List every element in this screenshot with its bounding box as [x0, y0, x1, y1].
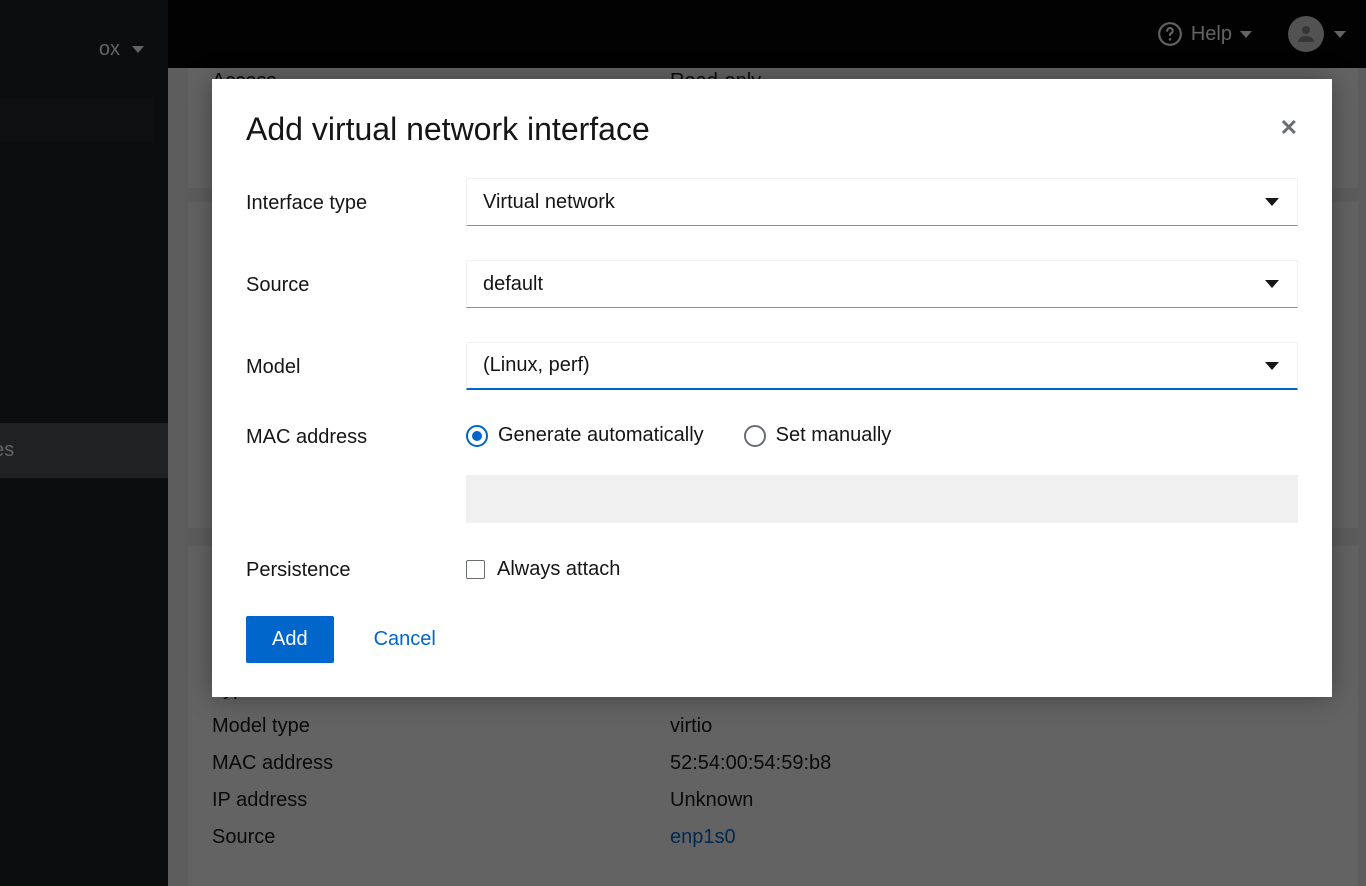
source-label: Source [246, 272, 466, 297]
mac-mode-radio-group: Generate automatically Set manually [466, 424, 1298, 447]
dialog-footer: Add Cancel [246, 616, 1298, 663]
close-icon[interactable]: ✕ [1280, 111, 1298, 139]
select-value: default [483, 273, 543, 296]
radio-label: Set manually [776, 424, 892, 447]
interface-type-select[interactable]: Virtual network [466, 178, 1298, 226]
radio-label: Generate automatically [498, 424, 704, 447]
mac-manual-radio[interactable]: Set manually [744, 424, 892, 447]
persistence-label: Persistence [246, 557, 466, 582]
always-attach-checkbox[interactable] [466, 560, 485, 579]
add-nic-dialog: Add virtual network interface ✕ Interfac… [212, 79, 1332, 697]
mac-generate-radio[interactable]: Generate automatically [466, 424, 704, 447]
chevron-down-icon [1265, 280, 1279, 288]
model-select[interactable]: (Linux, perf) [466, 342, 1298, 390]
interface-type-label: Interface type [246, 190, 466, 215]
chevron-down-icon [1265, 198, 1279, 206]
model-label: Model [246, 354, 466, 379]
mac-address-label: MAC address [246, 424, 466, 449]
mac-address-input [466, 475, 1298, 523]
checkbox-label: Always attach [497, 558, 620, 581]
select-value: Virtual network [483, 191, 615, 214]
dialog-title: Add virtual network interface [246, 111, 650, 148]
cancel-button[interactable]: Cancel [374, 628, 436, 651]
source-select[interactable]: default [466, 260, 1298, 308]
app-root: Help ox nes Access R [0, 0, 1366, 886]
select-value: (Linux, perf) [483, 354, 590, 377]
add-button[interactable]: Add [246, 616, 334, 663]
chevron-down-icon [1265, 362, 1279, 370]
